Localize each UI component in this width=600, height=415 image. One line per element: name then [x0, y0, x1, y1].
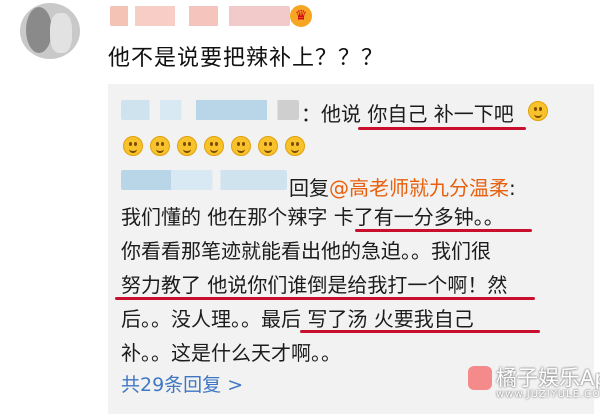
reply-label: 回复	[289, 176, 329, 200]
reply-1-text: ：他说 你自己 补一下吧	[301, 98, 514, 127]
mention-link[interactable]: @高老师就九分温柔	[329, 176, 509, 200]
reply-2-line: 补。。这是什么天才啊。。	[121, 341, 341, 365]
highlight-underline	[358, 127, 526, 130]
highlight-underline	[300, 330, 540, 333]
reply-1-prefix: ：他说	[301, 102, 368, 126]
vip-crown-icon: ♛	[290, 5, 312, 27]
highlight-underline	[115, 297, 535, 300]
smile-emoji-icon	[177, 136, 197, 156]
smile-emoji-icon	[204, 136, 224, 156]
reply-2-line: 你看看那笔迹就能看出他的急迫。。我们很	[121, 239, 491, 263]
smile-emoji-icon	[285, 136, 305, 156]
smile-emoji-icon	[123, 136, 143, 156]
watermark: 橘子娱乐App www.JUZIYULE.COM	[468, 360, 600, 406]
comment-text: 他不是说要把辣补上？？？	[108, 46, 385, 71]
reply-colon: :	[509, 176, 516, 200]
avatar[interactable]	[20, 3, 80, 59]
reply-2-line: 努力教了 他说你们谁倒是给我打一个啊！然	[121, 273, 508, 297]
view-all-replies-link[interactable]: 共29条回复 >	[121, 370, 243, 397]
highlight-underline	[355, 229, 532, 232]
reply-2-header: 回复@高老师就九分温柔:	[289, 172, 516, 201]
username-blurred[interactable]	[110, 6, 290, 26]
reply-2-username-blurred[interactable]	[121, 170, 287, 190]
smile-emoji-icon	[150, 136, 170, 156]
watermark-title: 橘子娱乐App	[496, 366, 600, 390]
watermark-subtitle: www.JUZIYULE.COM	[496, 389, 600, 400]
smile-emoji-icon	[528, 101, 548, 121]
reply-2-line: 后。。没人理。。最后 写了汤 火要我自己	[121, 307, 474, 331]
reply-1-quote: 你自己 补一下吧	[367, 102, 514, 126]
reply-2-line: 我们懂的 他在那个辣字 卡了有一分多钟。。	[121, 205, 504, 229]
smile-emoji-icon	[231, 136, 251, 156]
juzi-logo-icon	[468, 366, 492, 390]
smile-emoji-icon	[258, 136, 278, 156]
reply-username-blurred[interactable]	[121, 100, 299, 120]
